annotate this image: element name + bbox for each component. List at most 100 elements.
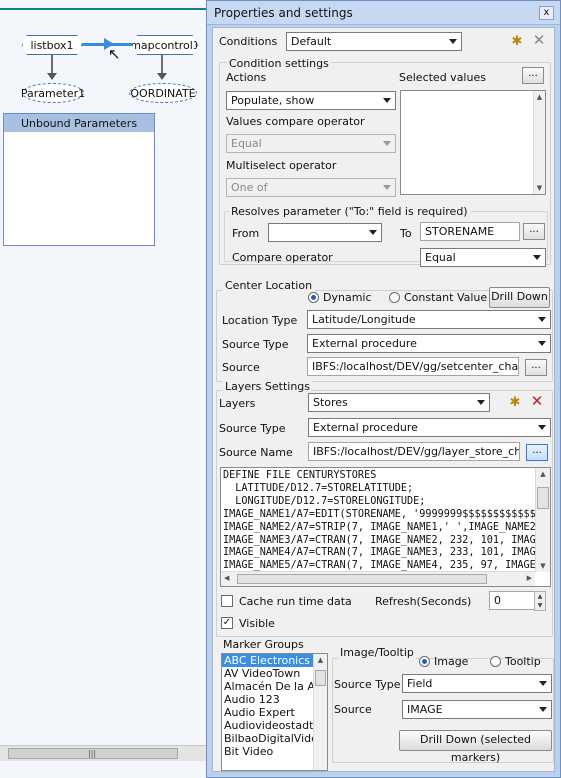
scrollbar-thumb[interactable] [537,487,549,509]
delete-layer-icon[interactable]: ✕ [529,394,545,410]
delete-condition-icon[interactable]: ✕ [531,33,547,49]
conditions-dropdown[interactable]: Default [286,32,462,51]
marker-group-item[interactable]: Audiovideostadt [222,719,314,732]
marker-group-item[interactable]: ABC Electronics [222,654,314,667]
compare-operator-label: Compare operator [232,251,333,264]
multiselect-label: Multiselect operator [226,159,337,172]
center-source-type-value: External procedure [312,337,417,350]
marker-source-type-dropdown[interactable]: Field [402,674,552,693]
canvas-node-mapcontrol[interactable]: mapcontrol1 [132,35,198,55]
center-source-label: Source [222,361,260,374]
marker-groups-title: Marker Groups [223,638,304,651]
layer-source-type-value: External procedure [313,421,418,434]
layer-code-editor[interactable]: DEFINE FILE CENTURYSTORES LATITUDE/D12.7… [220,467,551,587]
to-value: STORENAME [425,225,495,238]
condition-settings-title: Condition settings [227,57,331,70]
canvas-node-listbox[interactable]: listbox1 [22,35,82,55]
scroll-right-icon[interactable]: ▶ [527,574,532,582]
scroll-down-icon[interactable]: ▼ [536,560,550,572]
selected-values-list[interactable]: ▲ ▼ [400,90,546,195]
canvas-node-coordinate[interactable]: OORDINATE [129,83,197,103]
drill-down-button[interactable]: Drill Down [489,287,550,308]
actions-label: Actions [226,71,267,84]
refresh-field[interactable]: 0 [489,591,535,610]
scrollbar-thumb[interactable] [315,670,326,686]
marker-groups-scrollbar[interactable]: ▲ [313,654,327,770]
location-type-dropdown[interactable]: Latitude/Longitude [307,310,551,329]
marker-group-item[interactable]: Almacén De la Alta [222,680,314,693]
scroll-up-icon[interactable]: ▲ [534,91,545,103]
new-condition-icon[interactable]: ✱ [509,34,525,50]
from-label: From [232,227,260,240]
center-source-type-dropdown[interactable]: External procedure [307,334,551,353]
spin-up-icon[interactable]: ▲ [535,592,545,601]
scrollbar-thumb[interactable] [237,574,487,584]
selected-values-ellipsis-button[interactable]: ... [522,67,544,84]
canvas-node-parameter[interactable]: Parameter1 [20,83,86,103]
from-dropdown[interactable] [268,223,382,242]
marker-group-item[interactable]: AV VideoTown [222,667,314,680]
selected-values-scrollbar[interactable]: ▲ ▼ [533,91,545,194]
marker-group-item[interactable]: Audio 123 [222,693,314,706]
marker-group-item[interactable]: Audio Expert [222,706,314,719]
close-icon[interactable]: x [539,6,554,20]
to-field[interactable]: STORENAME [420,222,520,241]
layer-source-type-dropdown[interactable]: External procedure [308,418,551,437]
multiselect-dropdown[interactable]: One of [226,178,396,197]
code-line: IMAGE_NAME1/A7=EDIT(STORENAME, '9999999$… [223,508,535,520]
unbound-parameters-box[interactable]: Unbound Parameters [3,113,155,246]
scroll-up-icon[interactable]: ▲ [536,468,550,480]
scroll-left-icon[interactable]: ◀ [224,574,229,582]
actions-dropdown[interactable]: Populate, show [226,91,396,110]
marker-group-item[interactable]: BilbaoDigitalVideo [222,732,314,745]
marker-source-value: IMAGE [407,703,443,716]
node-label: Parameter1 [20,86,86,100]
canvas-horizontal-scrollbar[interactable]: ||| [0,745,208,761]
down-arrow-icon [157,73,167,80]
spin-down-icon[interactable]: ▼ [535,601,545,610]
design-canvas[interactable]: listbox1 ↖ mapcontrol1 Parameter1 OORDIN… [0,0,210,778]
dynamic-radio[interactable] [308,292,319,303]
location-type-label: Location Type [222,314,298,327]
code-vertical-scrollbar[interactable]: ▲ ▼ [535,468,550,572]
values-compare-value: Equal [231,137,262,150]
panel-titlebar[interactable]: Properties and settings x [207,1,560,25]
center-source-field[interactable]: IBFS:/localhost/DEV/gg/setcenter_chain.f… [307,357,519,376]
marker-source-type-label: Source Type [334,678,401,691]
drill-down-selected-markers-button[interactable]: Drill Down (selected markers) [399,730,552,764]
to-ellipsis-button[interactable]: ... [523,223,545,240]
chevron-down-icon [538,317,546,322]
location-type-value: Latitude/Longitude [312,313,416,326]
source-name-field[interactable]: IBFS:/localhost/DEV/gg/layer_store_chain [308,442,520,461]
layers-dropdown[interactable]: Stores [308,393,490,412]
tooltip-radio[interactable] [490,656,501,667]
mouse-cursor-icon: ↖ [108,45,121,63]
marker-groups-list[interactable]: ABC Electronics AV VideoTown Almacén De la… [221,653,328,771]
image-radio[interactable] [419,656,430,667]
source-name-value: IBFS:/localhost/DEV/gg/layer_store_chain [313,445,520,458]
cache-checkbox[interactable] [221,595,233,607]
properties-panel: Properties and settings x Conditions Def… [206,0,561,778]
chevron-down-icon [477,400,485,405]
center-source-type-label: Source Type [222,338,289,351]
new-layer-icon[interactable]: ✱ [507,395,523,411]
panel-title: Properties and settings [214,6,353,20]
values-compare-dropdown[interactable]: Equal [226,134,396,153]
marker-group-item[interactable]: Bit Video [222,745,314,758]
chevron-down-icon [533,255,541,260]
scroll-down-icon[interactable]: ▼ [534,182,545,194]
visible-checkbox[interactable]: ✓ [221,617,233,629]
scroll-up-icon[interactable]: ▲ [314,654,327,666]
source-name-ellipsis-button[interactable]: ... [526,444,548,461]
code-horizontal-scrollbar[interactable]: ◀ ▶ [221,571,535,586]
center-source-ellipsis-button[interactable]: ... [525,359,547,376]
layer-source-type-label: Source Type [219,422,286,435]
node-label: OORDINATE [130,86,196,100]
constant-value-radio[interactable] [389,292,400,303]
compare-operator-dropdown[interactable]: Equal [420,248,546,267]
image-tooltip-title: Image/Tooltip [338,646,416,659]
source-name-label: Source Name [219,446,293,459]
marker-source-dropdown[interactable]: IMAGE [402,700,552,719]
connector-line [161,55,163,75]
refresh-spinner[interactable]: ▲ ▼ [534,591,546,611]
